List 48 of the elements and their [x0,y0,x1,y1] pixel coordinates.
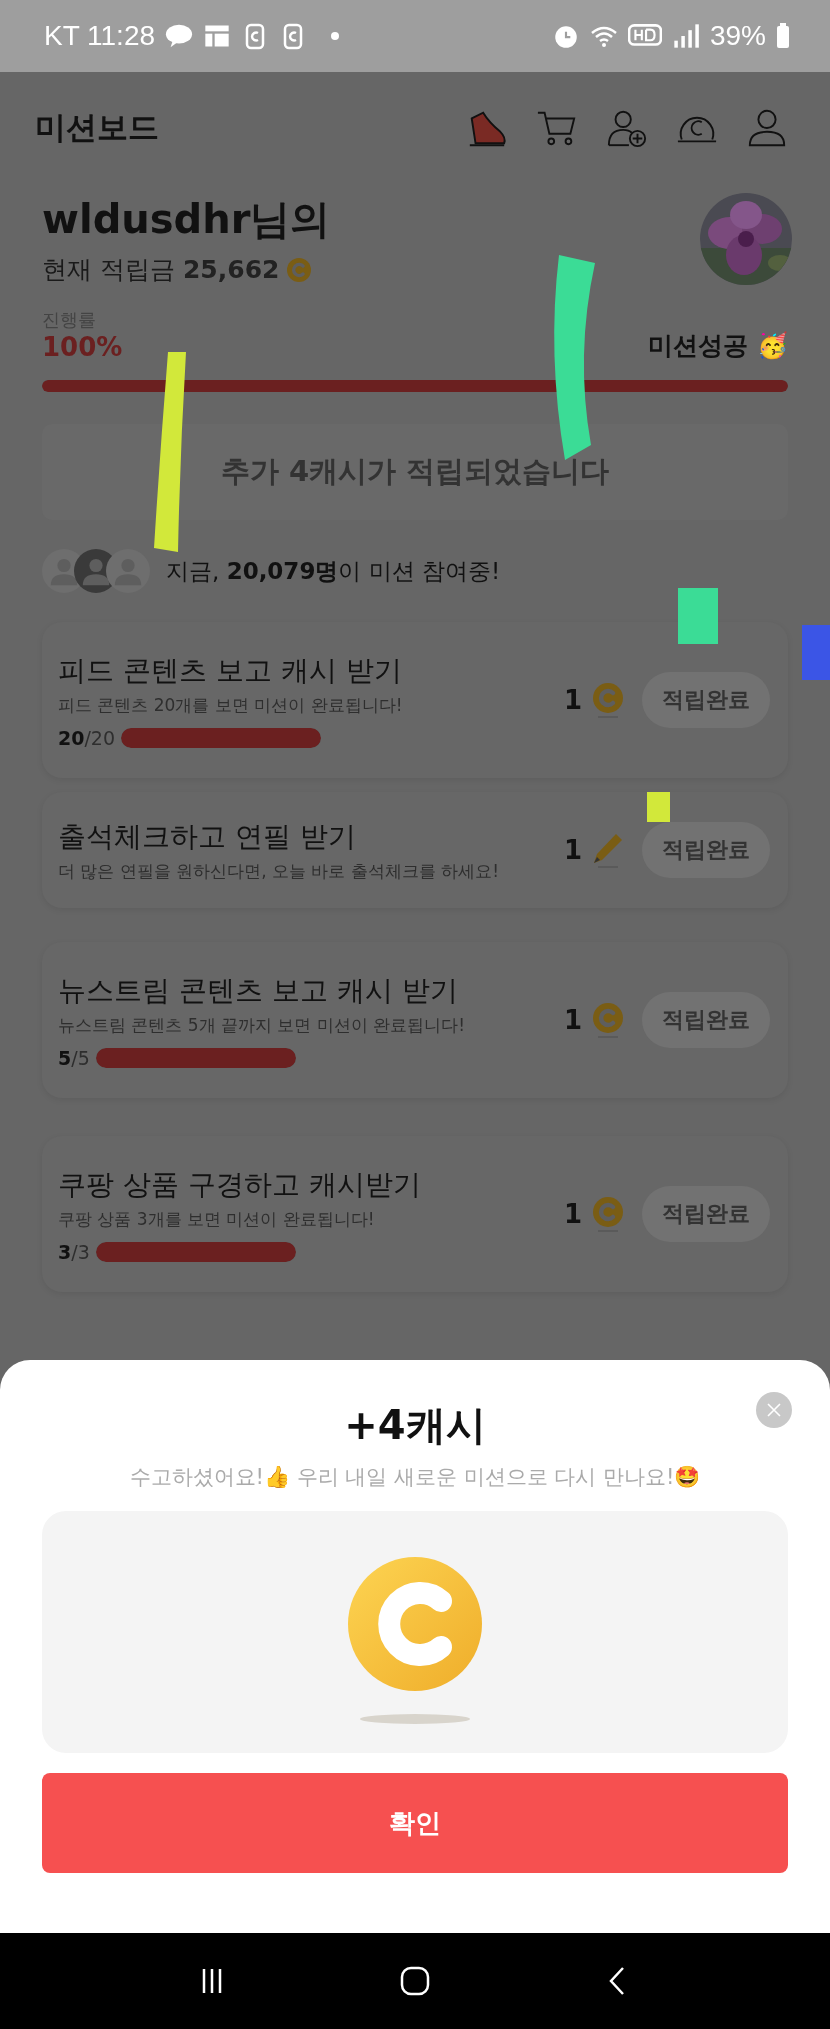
coin-icon [592,1196,624,1232]
claimed-button[interactable]: 적립완료 [642,672,770,728]
battery-percent: 39% [709,20,766,52]
claimed-button[interactable]: 적립완료 [642,822,770,878]
participants-text: 지금, 20,079명이 미션 참여중! [166,556,501,586]
dot-icon [331,32,340,40]
mission-title: 뉴스트림 콘텐츠 보고 캐시 받기 [58,972,459,1009]
balance-amount: 25,662 [182,255,280,284]
home-icon[interactable] [399,1965,431,1997]
reward-amount: 1 [563,835,582,865]
coin-icon [592,682,624,718]
user-avatar-icon [106,549,150,593]
carrier-time: KT 11:28 [44,20,156,52]
progress-percent: 100% [42,332,123,362]
confetti-piece [678,588,718,644]
reward-amount: 1 [563,1005,582,1035]
mission-description: 뉴스트림 콘텐츠 5개 끝까지 보면 미션이 완료됩니다! [58,1013,467,1037]
confetti-piece [802,625,830,680]
confetti-piece [647,792,670,822]
chat-bubble-icon [165,22,194,50]
reward-amount: 1 [563,1199,582,1229]
close-icon [766,1402,782,1418]
mission-description: 더 많은 연필을 원하신다면, 오늘 바로 출석체크를 하세요! [58,859,501,883]
mission-description: 쿠팡 상품 3개를 보면 미션이 완료됩니다! [58,1207,376,1231]
signal-icon [671,22,700,50]
mission-count: 20/20 [58,726,116,749]
reward-amount: 1 [563,685,582,715]
mission-count: 5/5 [58,1046,90,1069]
coin-icon [345,1557,485,1727]
balance-label: 현재 적립금 [42,254,175,286]
battery-icon [776,23,790,49]
mission-description: 피드 콘텐츠 20개를 보면 미션이 완료됩니다! [58,693,404,717]
mission-title: 출석체크하고 연필 받기 [58,818,357,855]
mission-title: 쿠팡 상품 구경하고 캐시받기 [58,1166,422,1203]
pencil-icon [592,832,624,868]
mission-title: 피드 콘텐츠 보고 캐시 받기 [58,652,403,689]
coin-icon [592,1002,624,1038]
profile-icon[interactable] [746,107,788,149]
mission-count: 3/3 [58,1240,90,1263]
claimed-button[interactable]: 적립완료 [642,1186,770,1242]
claimed-button[interactable]: 적립완료 [642,992,770,1048]
coin-icon [287,257,312,282]
reward-title: +4캐시 [344,1401,486,1450]
user-name: wldusdhr님의 [42,195,331,244]
mission-status: 미션성공 🥳 [648,330,788,362]
reward-message: 수고하셨어요!👍 우리 내일 새로운 미션으로 다시 만나요!🤩 [129,1464,701,1491]
app-title: 미션보드 [35,108,159,147]
confirm-button[interactable]: 확인 [42,1773,788,1873]
